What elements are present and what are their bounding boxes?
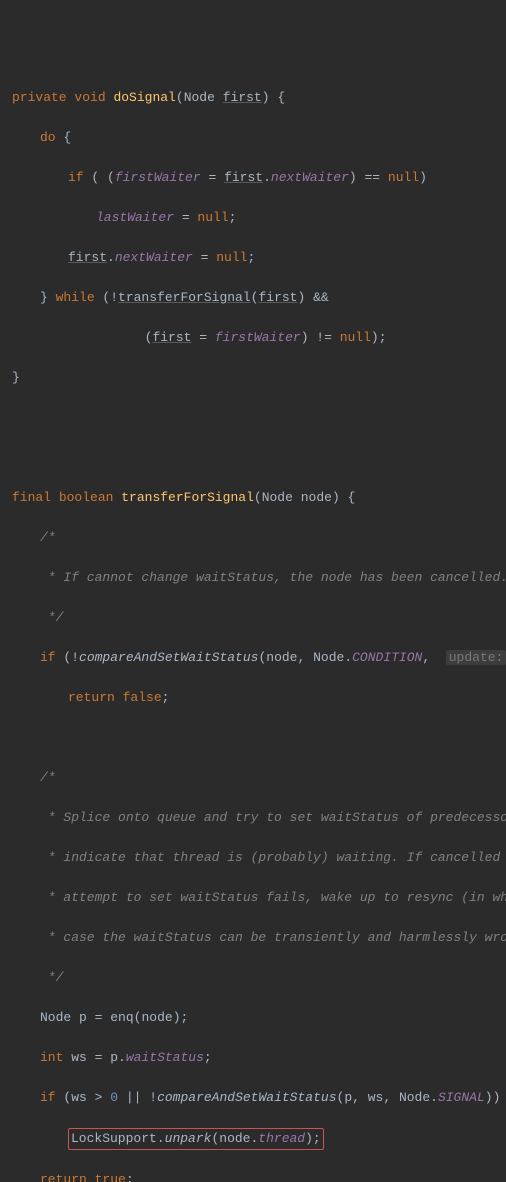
code-line: if ( (firstWaiter = first.nextWaiter) ==… <box>12 168 494 188</box>
code-line: first.nextWaiter = null; <box>12 248 494 268</box>
code-line: int ws = p.waitStatus; <box>12 1048 494 1068</box>
comment-line: * case the waitStatus can be transiently… <box>12 928 494 948</box>
blank-line <box>12 728 494 748</box>
comment-line: /* <box>12 768 494 788</box>
comment-line: * attempt to set waitStatus fails, wake … <box>12 888 494 908</box>
code-editor[interactable]: private void doSignal(Node first) { do {… <box>12 88 494 1182</box>
code-line: if (!compareAndSetWaitStatus(node, Node.… <box>12 648 494 668</box>
comment-line: * If cannot change waitStatus, the node … <box>12 568 494 588</box>
code-line: (first = firstWaiter) != null); <box>12 328 494 348</box>
parameter-hint: update: <box>446 650 506 665</box>
comment-line: /* <box>12 528 494 548</box>
code-line: Node p = enq(node); <box>12 1008 494 1028</box>
highlighted-line: LockSupport.unpark(node.thread); <box>12 1128 494 1150</box>
code-line: } while (!transferForSignal(first) && <box>12 288 494 308</box>
code-line: private void doSignal(Node first) { <box>12 88 494 108</box>
code-line: lastWaiter = null; <box>12 208 494 228</box>
code-line: return true; <box>12 1170 494 1182</box>
code-line: final boolean transferForSignal(Node nod… <box>12 488 494 508</box>
code-line: do { <box>12 128 494 148</box>
comment-line: */ <box>12 968 494 988</box>
comment-line: * indicate that thread is (probably) wai… <box>12 848 494 868</box>
blank-line <box>12 408 494 428</box>
comment-line: */ <box>12 608 494 628</box>
code-line: if (ws > 0 || !compareAndSetWaitStatus(p… <box>12 1088 494 1108</box>
code-line: } <box>12 368 494 388</box>
highlight-box: LockSupport.unpark(node.thread); <box>68 1128 324 1150</box>
comment-line: * Splice onto queue and try to set waitS… <box>12 808 494 828</box>
code-line: return false; <box>12 688 494 708</box>
blank-line <box>12 448 494 468</box>
